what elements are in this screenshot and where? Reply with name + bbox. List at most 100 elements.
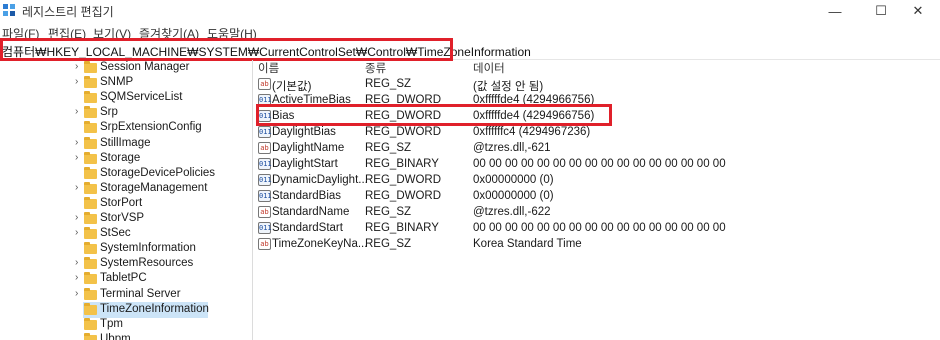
binary-value-icon: 011: [258, 222, 272, 234]
value-data: 00 00 00 00 00 00 00 00 00 00 00 00 00 0…: [473, 222, 726, 234]
tree-item[interactable]: › StSec: [0, 227, 250, 242]
value-type: REG_DWORD: [365, 190, 442, 202]
value-row[interactable]: 011 DaylightStart REG_BINARY 00 00 00 00 00…: [255, 157, 940, 173]
value-data: @tzres.dll,-621: [473, 142, 551, 154]
tree-item[interactable]: SQMServiceList: [0, 91, 250, 106]
pane-splitter[interactable]: [252, 60, 253, 340]
value-row[interactable]: 011 StandardBias REG_DWORD 0x00000000 (0): [255, 189, 940, 205]
value-row[interactable]: 011 DaylightBias REG_DWORD 0xffffffc4 (4294…: [255, 125, 940, 141]
tree-item[interactable]: › StillImage: [0, 136, 250, 152]
expand-chevron-icon[interactable]: ›: [75, 288, 78, 299]
window-title: 레지스트리 편집기: [22, 5, 114, 19]
tree-item[interactable]: TimeZoneInformation: [0, 301, 250, 318]
value-type: REG_BINARY: [365, 222, 439, 234]
tree-item[interactable]: › Storage: [0, 151, 250, 167]
value-type: REG_SZ: [365, 206, 412, 218]
tree-item[interactable]: Ubpm: [0, 332, 250, 340]
expand-chevron-icon[interactable]: ›: [75, 227, 78, 238]
tree-item-label: StillImage: [100, 136, 151, 149]
tree-item[interactable]: SystemInformation: [0, 242, 250, 257]
column-header-data[interactable]: 데이터: [473, 60, 505, 76]
expand-chevron-icon[interactable]: ›: [75, 272, 78, 283]
string-value-icon: ab: [258, 206, 271, 218]
folder-icon: [84, 272, 97, 285]
folder-icon: [84, 76, 97, 89]
tree-item-label: StorVSP: [100, 212, 145, 224]
folder-icon: [84, 91, 97, 104]
expand-chevron-icon[interactable]: ›: [75, 152, 78, 163]
tree-item-label: StorageManagement: [100, 181, 208, 194]
string-value-icon: ab: [258, 238, 271, 250]
value-type: REG_DWORD: [365, 126, 442, 138]
maximize-icon: ☐: [875, 3, 887, 18]
value-row[interactable]: ab DaylightName REG_SZ @tzres.dll,-621: [255, 141, 940, 157]
value-type: REG_BINARY: [365, 158, 439, 170]
value-type: REG_SZ: [365, 78, 412, 90]
close-button[interactable]: ✕: [895, 0, 940, 22]
tree-item[interactable]: StorageDevicePolicies: [0, 166, 250, 182]
value-name: StandardName: [272, 206, 350, 218]
close-icon: ✕: [912, 3, 924, 18]
value-data: 0x00000000 (0): [473, 174, 554, 186]
folder-icon: [84, 257, 97, 270]
folder-icon: [84, 242, 97, 255]
value-row[interactable]: ab TimeZoneKeyNa... REG_SZ Korea Standard T…: [255, 237, 940, 253]
expand-chevron-icon[interactable]: ›: [75, 106, 78, 117]
value-name: DaylightName: [272, 142, 345, 154]
folder-icon: [84, 317, 97, 330]
expand-chevron-icon[interactable]: ›: [75, 212, 78, 223]
value-row[interactable]: 011 StandardStart REG_BINARY 00 00 00 00 00…: [255, 221, 940, 237]
expand-chevron-icon[interactable]: ›: [75, 182, 78, 193]
folder-icon: [84, 166, 97, 179]
tree-item[interactable]: › Session Manager: [0, 61, 250, 76]
tree-item-label: SystemResources: [100, 257, 194, 270]
minimize-icon: —: [828, 3, 842, 19]
folder-icon: [84, 302, 97, 315]
values-list: 이름 종류 데이터 ab (기본값) REG_SZ (값 설정 안 됨) 011 Acti…: [255, 60, 940, 340]
tree-item-label: TimeZoneInformation: [100, 302, 209, 315]
tree-item[interactable]: SrpExtensionConfig: [0, 121, 250, 136]
value-row[interactable]: ab StandardName REG_SZ @tzres.dll,-622: [255, 205, 940, 221]
tree-item[interactable]: › SNMP: [0, 76, 250, 91]
expand-chevron-icon[interactable]: ›: [75, 76, 78, 87]
value-data: Korea Standard Time: [473, 238, 582, 250]
value-type: REG_SZ: [365, 142, 412, 154]
value-row[interactable]: 011 DynamicDaylight... REG_DWORD 0x00000000…: [255, 173, 940, 189]
binary-value-icon: 011: [258, 190, 272, 202]
tree-item-label: StorPort: [100, 196, 143, 209]
folder-icon: [84, 332, 97, 340]
tree-item[interactable]: StorPort: [0, 196, 250, 212]
folder-icon: [84, 196, 97, 209]
tree-item-label: StorageDevicePolicies: [100, 166, 216, 179]
minimize-button[interactable]: —: [812, 0, 858, 22]
title-bar: 레지스트리 편집기 — ☐ ✕: [0, 0, 940, 22]
address-highlight-box: [0, 38, 453, 61]
folder-icon: [84, 106, 97, 119]
string-value-icon: ab: [258, 78, 271, 90]
column-header-type[interactable]: 종류: [365, 60, 386, 76]
expand-chevron-icon[interactable]: ›: [75, 257, 78, 268]
tree-item-label: StSec: [100, 227, 131, 240]
value-name: (기본값): [272, 81, 312, 93]
folder-icon: [84, 121, 97, 134]
tree-item[interactable]: › StorageManagement: [0, 181, 250, 197]
tree-item-label: SrpExtensionConfig: [100, 121, 202, 134]
registry-editor-icon: [3, 4, 15, 16]
tree-item[interactable]: › Terminal Server: [0, 287, 250, 303]
tree-item[interactable]: › SystemResources: [0, 257, 250, 272]
value-name: DaylightStart: [272, 158, 338, 170]
expand-chevron-icon[interactable]: ›: [75, 61, 78, 72]
tree-item[interactable]: › TabletPC: [0, 272, 250, 287]
value-data: @tzres.dll,-622: [473, 206, 551, 218]
tree-item-label: SystemInformation: [100, 242, 196, 255]
tree-item[interactable]: › Srp: [0, 106, 250, 121]
tree-item[interactable]: Tpm: [0, 317, 250, 333]
tree-item-label: Tpm: [100, 317, 123, 330]
value-row[interactable]: ab (기본값) REG_SZ (값 설정 안 됨): [255, 77, 940, 93]
folder-icon: [84, 151, 97, 164]
column-header-name[interactable]: 이름: [258, 60, 279, 76]
expand-chevron-icon[interactable]: ›: [75, 137, 78, 148]
binary-value-icon: 011: [258, 126, 272, 138]
bias-highlight-box: [256, 104, 612, 126]
tree-item[interactable]: › StorVSP: [0, 212, 250, 227]
